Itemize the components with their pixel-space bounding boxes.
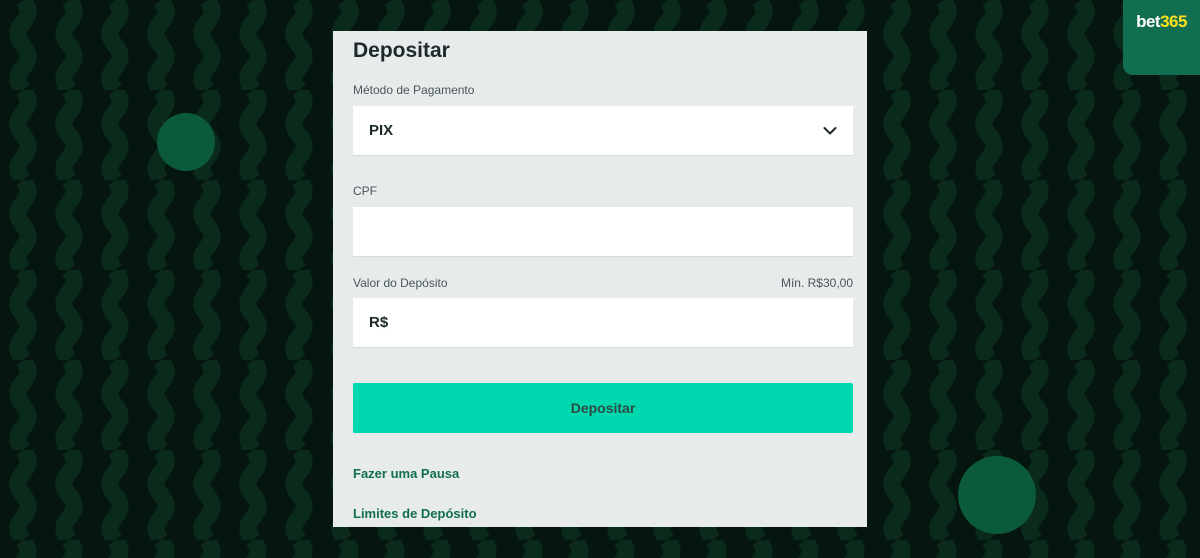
decorative-circle	[958, 456, 1036, 534]
chevron-down-icon	[823, 124, 837, 138]
logo-text: bet365	[1136, 11, 1187, 31]
page-title: Depositar	[353, 39, 450, 62]
currency-symbol: R$	[369, 314, 389, 331]
deposit-limits-link[interactable]: Limites de Depósito	[353, 506, 477, 521]
amount-label: Valor do Depósito	[353, 276, 448, 290]
deposit-button[interactable]: Depositar	[353, 383, 853, 433]
deposit-panel: Depositar Método de Pagamento PIX CPF Va…	[333, 31, 867, 527]
cpf-field-wrapper	[353, 207, 853, 257]
cpf-input[interactable]	[353, 207, 853, 256]
cpf-label: CPF	[353, 184, 377, 198]
amount-input[interactable]	[394, 297, 853, 348]
payment-method-label: Método de Pagamento	[353, 83, 475, 97]
minimum-amount-hint: Mín. R$30,00	[780, 276, 853, 290]
payment-method-value: PIX	[369, 122, 394, 139]
amount-field-wrapper: R$	[353, 297, 853, 348]
brand-logo[interactable]: bet365	[1123, 0, 1200, 75]
decorative-circle	[157, 113, 215, 171]
payment-method-select[interactable]: PIX	[353, 106, 853, 156]
take-a-break-link[interactable]: Fazer uma Pausa	[353, 466, 459, 481]
